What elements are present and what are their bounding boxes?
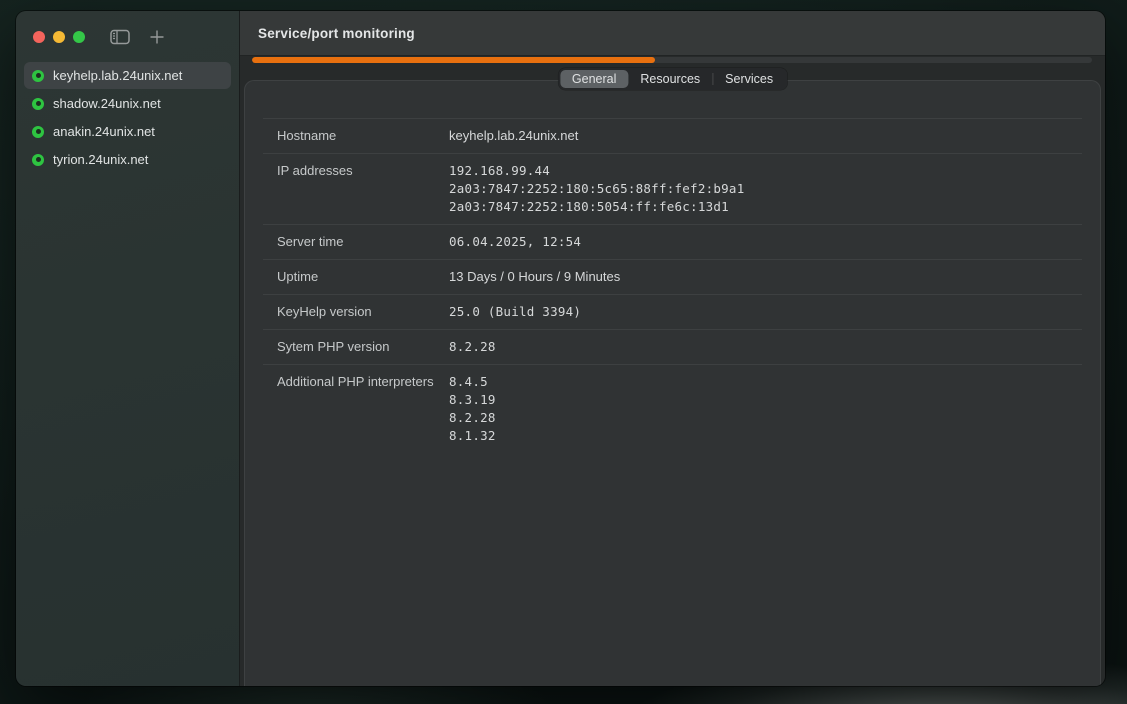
row-value: 8.2.28	[449, 338, 1082, 356]
desktop-wallpaper: keyhelp.lab.24unix.net shadow.24unix.net a…	[0, 0, 1127, 704]
table-row: IP addresses192.168.99.442a03:7847:2252:…	[263, 153, 1082, 224]
add-server-icon[interactable]	[149, 29, 165, 45]
table-row: Additional PHP interpreters8.4.58.3.198.…	[263, 364, 1082, 453]
row-label: KeyHelp version	[263, 303, 449, 321]
row-value-line: 25.0 (Build 3394)	[449, 303, 1082, 321]
row-value: keyhelp.lab.24unix.net	[449, 127, 1082, 145]
row-value-line: 192.168.99.44	[449, 162, 1082, 180]
main-content: Service/port monitoring GeneralResources…	[240, 11, 1105, 686]
sidebar-toolbar	[110, 29, 165, 45]
server-name: shadow.24unix.net	[53, 96, 161, 111]
row-label: Server time	[263, 233, 449, 251]
row-value-line: keyhelp.lab.24unix.net	[449, 127, 1082, 145]
page-title: Service/port monitoring	[258, 26, 415, 41]
table-row: KeyHelp version25.0 (Build 3394)	[263, 294, 1082, 329]
progress-fill	[252, 57, 655, 63]
content-panel: Hostnamekeyhelp.lab.24unix.netIP address…	[244, 80, 1101, 686]
sidebar-header	[16, 11, 239, 62]
row-value: 06.04.2025, 12:54	[449, 233, 1082, 251]
row-label: Uptime	[263, 268, 449, 286]
row-value: 192.168.99.442a03:7847:2252:180:5c65:88f…	[449, 162, 1082, 216]
tab-services[interactable]: Services	[713, 70, 785, 88]
status-dot-icon	[32, 126, 44, 138]
row-label: Sytem PHP version	[263, 338, 449, 356]
row-label: IP addresses	[263, 162, 449, 180]
sidebar-item-shadow[interactable]: shadow.24unix.net	[24, 90, 231, 117]
table-row: Hostnamekeyhelp.lab.24unix.net	[263, 118, 1082, 153]
details-table: Hostnamekeyhelp.lab.24unix.netIP address…	[263, 118, 1082, 453]
window-controls	[33, 31, 85, 43]
row-value-line: 8.4.5	[449, 373, 1082, 391]
table-row: Uptime13 Days / 0 Hours / 9 Minutes	[263, 259, 1082, 294]
server-list: keyhelp.lab.24unix.net shadow.24unix.net a…	[16, 62, 239, 174]
minimize-window-button[interactable]	[53, 31, 65, 43]
row-value: 13 Days / 0 Hours / 9 Minutes	[449, 268, 1082, 286]
row-value-line: 13 Days / 0 Hours / 9 Minutes	[449, 268, 1082, 286]
row-value-line: 2a03:7847:2252:180:5054:ff:fe6c:13d1	[449, 198, 1082, 216]
table-row: Server time06.04.2025, 12:54	[263, 224, 1082, 259]
server-name: keyhelp.lab.24unix.net	[53, 68, 182, 83]
row-label: Additional PHP interpreters	[263, 373, 449, 391]
row-label: Hostname	[263, 127, 449, 145]
row-value-line: 06.04.2025, 12:54	[449, 233, 1082, 251]
app-window: keyhelp.lab.24unix.net shadow.24unix.net a…	[16, 11, 1105, 686]
table-row: Sytem PHP version8.2.28	[263, 329, 1082, 364]
sidebar: keyhelp.lab.24unix.net shadow.24unix.net a…	[16, 11, 240, 686]
row-value-line: 2a03:7847:2252:180:5c65:88ff:fef2:b9a1	[449, 180, 1082, 198]
progress-bar	[252, 57, 1092, 63]
row-value-line: 8.1.32	[449, 427, 1082, 445]
tab-resources[interactable]: Resources	[628, 70, 712, 88]
toggle-sidebar-icon[interactable]	[110, 29, 130, 45]
row-value: 25.0 (Build 3394)	[449, 303, 1082, 321]
status-dot-icon	[32, 98, 44, 110]
row-value-line: 8.2.28	[449, 338, 1082, 356]
row-value: 8.4.58.3.198.2.288.1.32	[449, 373, 1082, 445]
status-dot-icon	[32, 154, 44, 166]
close-window-button[interactable]	[33, 31, 45, 43]
server-name: tyrion.24unix.net	[53, 152, 148, 167]
status-dot-icon	[32, 70, 44, 82]
tab-general[interactable]: General	[560, 70, 628, 88]
sidebar-item-anakin[interactable]: anakin.24unix.net	[24, 118, 231, 145]
sidebar-item-keyhelp[interactable]: keyhelp.lab.24unix.net	[24, 62, 231, 89]
sidebar-item-tyrion[interactable]: tyrion.24unix.net	[24, 146, 231, 173]
tab-bar: GeneralResourcesServices	[558, 68, 787, 90]
titlebar: Service/port monitoring	[240, 11, 1105, 56]
row-value-line: 8.2.28	[449, 409, 1082, 427]
row-value-line: 8.3.19	[449, 391, 1082, 409]
zoom-window-button[interactable]	[73, 31, 85, 43]
server-name: anakin.24unix.net	[53, 124, 155, 139]
